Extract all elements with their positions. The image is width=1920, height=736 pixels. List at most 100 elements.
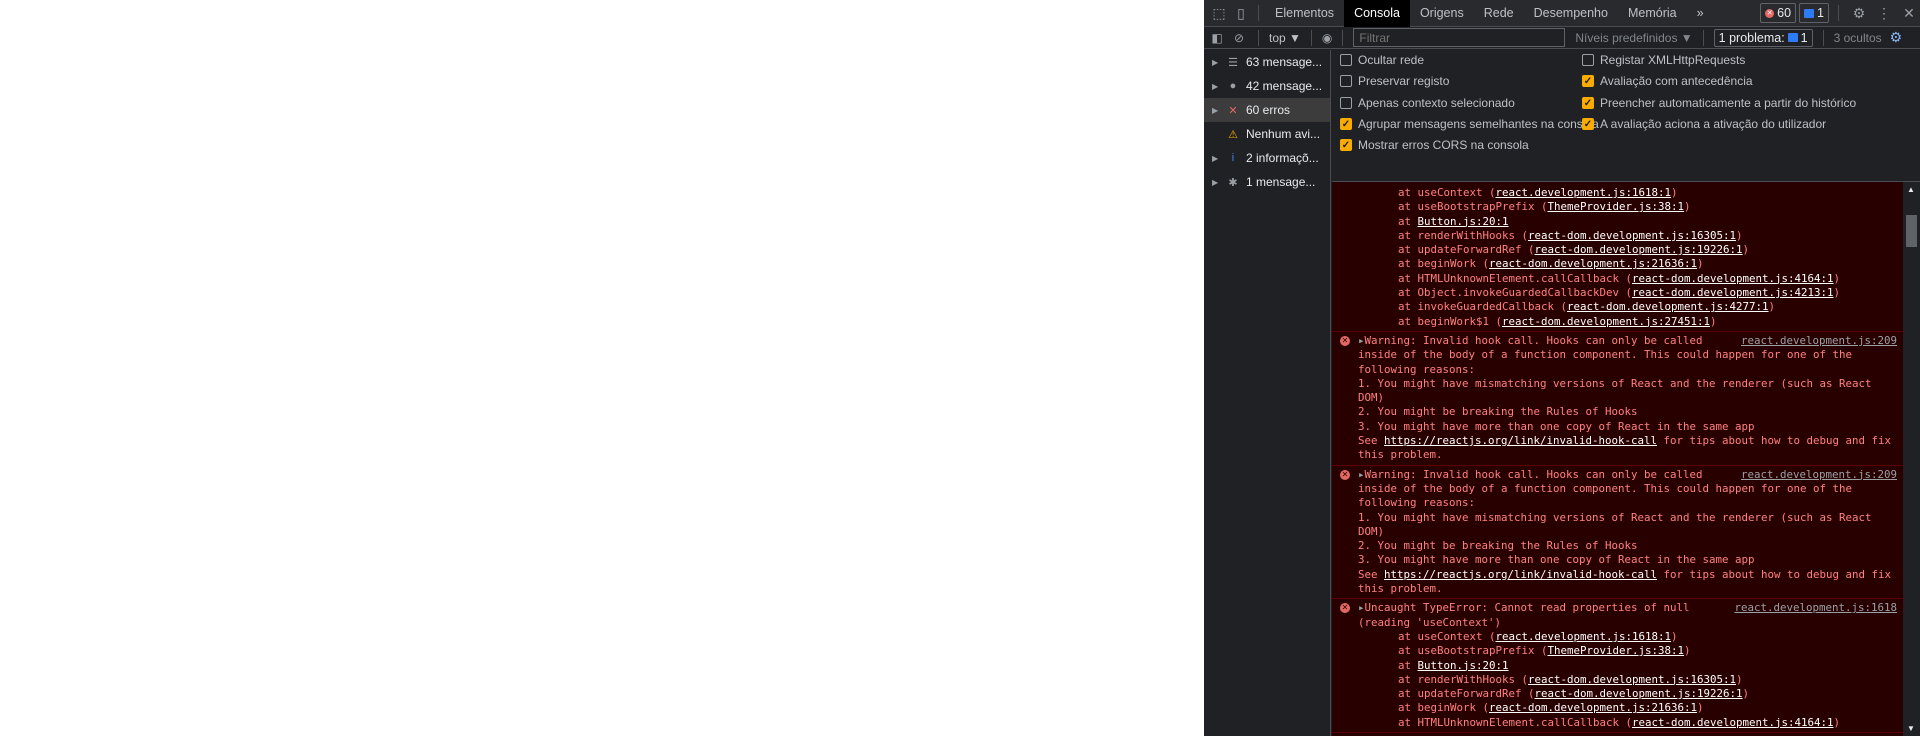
stack-frame-link[interactable]: react-dom.development.js:21636:1 <box>1489 701 1697 714</box>
source-link[interactable]: react.development.js:209 <box>1741 334 1897 348</box>
scroll-up-arrow-icon[interactable]: ▲ <box>1907 185 1915 194</box>
stack-frame-text: ) <box>1710 314 1717 328</box>
setting-checkbox[interactable]: Preservar registo <box>1340 74 1449 88</box>
message-icon <box>1804 8 1815 18</box>
sidebar-toggle-icon[interactable]: ◧ <box>1208 31 1226 45</box>
sidebar-item[interactable]: ⚠ Nenhum avi... <box>1204 122 1330 146</box>
setting-checkbox[interactable]: ✓ Preencher automaticamente a partir do h… <box>1582 96 1856 110</box>
expand-triangle-icon[interactable]: ▶ <box>1212 82 1220 91</box>
message-link[interactable]: https://reactjs.org/link/invalid-hook-ca… <box>1384 434 1657 447</box>
divider <box>1822 29 1824 46</box>
setting-checkbox[interactable]: ✓ A avaliação aciona a ativação do utiliz… <box>1582 117 1826 131</box>
tab-memória[interactable]: Memória <box>1618 0 1687 27</box>
console-error-message: ✕ react.development.js:1618 ▸Uncaught Type… <box>1332 599 1903 733</box>
tab-list: Elementos Consola Origens Rede Desempenho Mem… <box>1265 0 1687 27</box>
stack-frame-link[interactable]: react-dom.development.js:27451:1 <box>1502 315 1710 328</box>
stack-frame: at renderWithHooks (react-dom.developmen… <box>1358 229 1897 243</box>
more-tabs-button[interactable]: » <box>1687 0 1714 27</box>
stack-frame-link[interactable]: react-dom.development.js:4164:1 <box>1632 272 1834 285</box>
sidebar-item[interactable]: ▶ ✱ 1 mensage... <box>1204 170 1330 194</box>
checkbox[interactable] <box>1340 54 1352 66</box>
stack-frame-link[interactable]: react-dom.development.js:16305:1 <box>1528 673 1736 686</box>
filter-input[interactable] <box>1353 28 1566 47</box>
stack-frame-link[interactable]: react-dom.development.js:4164:1 <box>1632 716 1834 729</box>
stack-frame: at Object.invokeGuardedCallbackDev (reac… <box>1358 286 1897 300</box>
stack-frame-text: at Object.invokeGuardedCallbackDev ( <box>1398 286 1633 300</box>
scroll-down-arrow-icon[interactable]: ▼ <box>1907 724 1915 733</box>
tab-desempenho[interactable]: Desempenho <box>1524 0 1618 27</box>
checkbox[interactable] <box>1582 54 1594 66</box>
stack-frame-link[interactable]: react.development.js:1618:1 <box>1496 630 1672 643</box>
setting-label: Apenas contexto selecionado <box>1358 95 1515 110</box>
expand-triangle-icon[interactable]: ▶ <box>1212 178 1220 187</box>
tab-origens[interactable]: Origens <box>1410 0 1474 27</box>
sidebar-item[interactable]: ▶ i 2 informaçõ... <box>1204 146 1330 170</box>
stack-frame-link[interactable]: Button.js:20:1 <box>1418 215 1509 228</box>
sidebar-item[interactable]: ▶ ☰ 63 mensage... <box>1204 50 1330 74</box>
expand-triangle-icon[interactable]: ▶ <box>1212 154 1220 163</box>
stack-frame-text: ) <box>1697 257 1704 271</box>
clear-console-icon[interactable]: ⊘ <box>1230 31 1248 45</box>
stack-frame-link[interactable]: react-dom.development.js:16305:1 <box>1528 229 1736 242</box>
tab-elementos[interactable]: Elementos <box>1265 0 1344 27</box>
error-icon: ✕ <box>1340 469 1350 480</box>
setting-label: Preencher automaticamente a partir do hi… <box>1600 95 1857 110</box>
close-icon[interactable]: ✕ <box>1898 0 1920 27</box>
console-settings-gear-icon[interactable]: ⚙ <box>1890 29 1903 46</box>
divider <box>1310 29 1312 46</box>
source-link[interactable]: react.development.js:1618 <box>1734 601 1897 615</box>
setting-checkbox[interactable]: Ocultar rede <box>1340 53 1424 67</box>
console-error-message: ✕ react.development.js:209 ▸Warning: Inval… <box>1332 466 1903 600</box>
context-selector[interactable]: top ▼ <box>1269 31 1301 45</box>
errors-badge[interactable]: ✕ 60 <box>1760 3 1797 23</box>
stack-frame-link[interactable]: react-dom.development.js:19226:1 <box>1535 243 1743 256</box>
issues-button[interactable]: 1 problema: 1 <box>1713 28 1813 47</box>
list-icon: ☰ <box>1228 56 1238 69</box>
message-link[interactable]: https://reactjs.org/link/invalid-hook-ca… <box>1384 568 1657 581</box>
sidebar-item-label: 63 mensage... <box>1246 55 1323 69</box>
sidebar-item[interactable]: ▶ ● 42 mensage... <box>1204 74 1330 98</box>
checkbox[interactable] <box>1340 75 1352 88</box>
checkbox[interactable]: ✓ <box>1582 75 1594 88</box>
log-levels-dropdown[interactable]: Níveis predefinidos ▼ <box>1575 31 1692 45</box>
console-scrollbar[interactable]: ▲ ▼ <box>1903 182 1920 736</box>
setting-checkbox[interactable]: ✓ Agrupar mensagens semelhantes na consol… <box>1340 117 1599 131</box>
stack-frame-text: ) <box>1671 629 1678 643</box>
stack-frame-link[interactable]: react-dom.development.js:4277:1 <box>1567 300 1769 313</box>
tab-consola[interactable]: Consola <box>1344 0 1410 27</box>
sidebar-item-label: 42 mensage... <box>1246 79 1323 93</box>
tab-rede[interactable]: Rede <box>1474 0 1524 27</box>
setting-checkbox[interactable]: Apenas contexto selecionado <box>1340 96 1515 110</box>
stack-frame-text: at updateForwardRef ( <box>1398 243 1535 257</box>
stack-frame-link[interactable]: ThemeProvider.js:38:1 <box>1548 644 1685 657</box>
setting-checkbox[interactable]: ✓ Mostrar erros CORS na consola <box>1340 138 1529 152</box>
message-count: 1 <box>1817 6 1824 20</box>
scrollbar-thumb[interactable] <box>1906 215 1917 247</box>
expand-triangle-icon[interactable]: ▶ <box>1212 106 1220 115</box>
sidebar-item[interactable]: ▶ ✕ 60 erros <box>1204 98 1330 122</box>
setting-checkbox[interactable]: Registar XMLHttpRequests <box>1582 53 1745 67</box>
source-link[interactable]: react.development.js:209 <box>1741 468 1897 482</box>
checkbox[interactable]: ✓ <box>1340 117 1352 130</box>
stack-frame-link[interactable]: Button.js:20:1 <box>1418 659 1509 672</box>
stack-frame-text: ) <box>1742 687 1750 701</box>
checkbox[interactable]: ✓ <box>1340 139 1352 152</box>
stack-frame-link[interactable]: react.development.js:1618:1 <box>1496 186 1672 199</box>
checkbox[interactable] <box>1340 96 1352 109</box>
setting-checkbox[interactable]: ✓ Avaliação com antecedência <box>1582 74 1753 88</box>
stack-frame-link[interactable]: react-dom.development.js:21636:1 <box>1489 257 1697 270</box>
kebab-menu-icon[interactable]: ⋮ <box>1873 0 1895 27</box>
inspect-element-icon[interactable]: ⬚ <box>1208 0 1230 27</box>
expand-triangle-icon[interactable]: ▶ <box>1212 58 1220 67</box>
live-expression-eye-icon[interactable]: ◉ <box>1322 31 1332 45</box>
setting-label: A avaliação aciona a ativação do utiliza… <box>1600 116 1827 131</box>
stack-frame-link[interactable]: react-dom.development.js:19226:1 <box>1535 687 1743 700</box>
messages-badge[interactable]: 1 <box>1799 3 1829 23</box>
device-toolbar-icon[interactable]: ▯ <box>1230 0 1252 27</box>
gear-icon[interactable]: ⚙ <box>1848 0 1870 27</box>
checkbox[interactable]: ✓ <box>1582 117 1594 130</box>
stack-frame-text: at updateForwardRef ( <box>1398 687 1535 701</box>
stack-frame-link[interactable]: react-dom.development.js:4213:1 <box>1632 286 1834 299</box>
stack-frame-link[interactable]: ThemeProvider.js:38:1 <box>1548 200 1685 213</box>
checkbox[interactable]: ✓ <box>1582 96 1594 109</box>
